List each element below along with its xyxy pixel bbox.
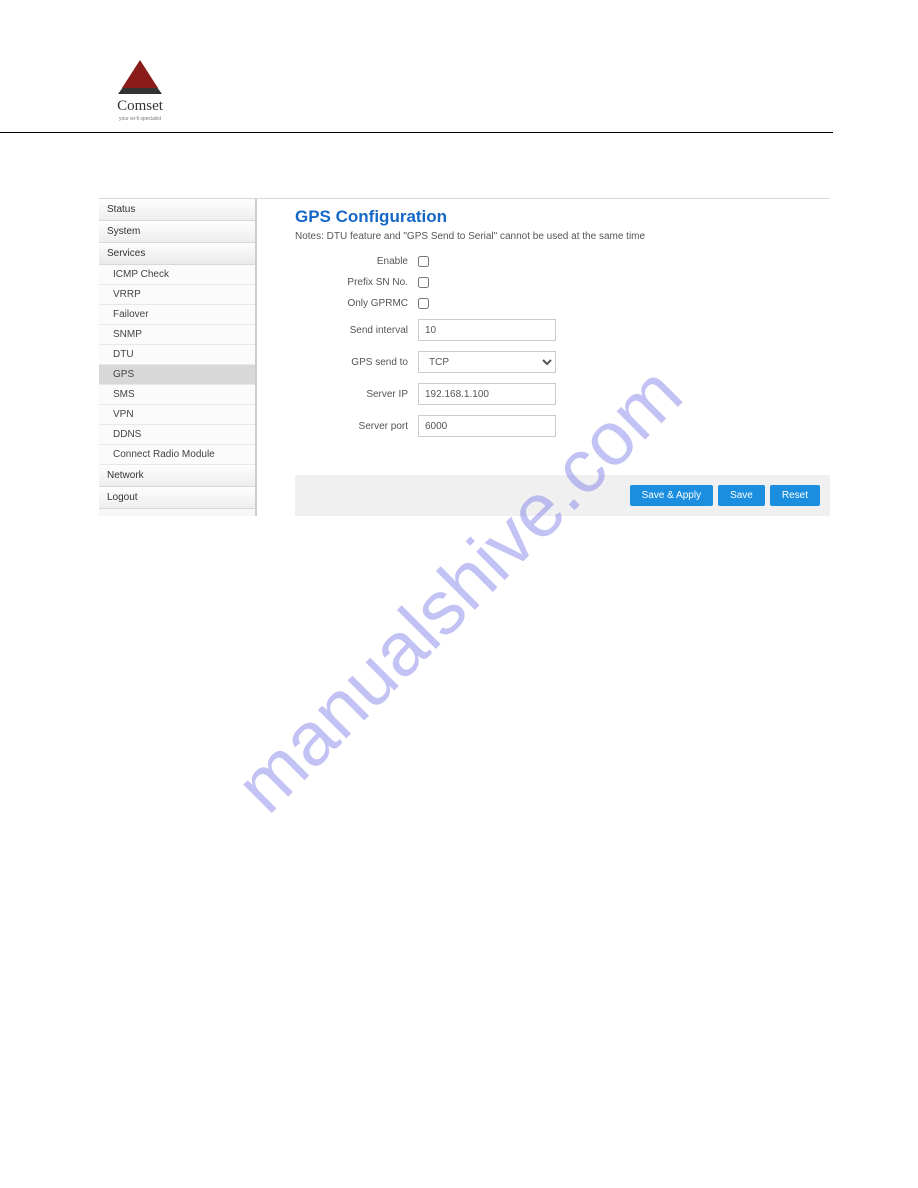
- sidebar-item-network[interactable]: Network: [99, 465, 255, 487]
- enable-label: Enable: [295, 256, 418, 267]
- gprmc-checkbox[interactable]: [418, 298, 429, 309]
- sidebar-subitem-snmp[interactable]: SNMP: [99, 325, 255, 345]
- form-row-serverport: Server port: [295, 415, 830, 437]
- serverport-label: Server port: [295, 421, 418, 432]
- sidebar-subitem-vrrp[interactable]: VRRP: [99, 285, 255, 305]
- page-title: GPS Configuration: [295, 207, 830, 227]
- prefix-label: Prefix SN No.: [295, 277, 418, 288]
- sidebar-subitem-vpn[interactable]: VPN: [99, 405, 255, 425]
- sidebar-item-services[interactable]: Services: [99, 243, 255, 265]
- form-row-prefix: Prefix SN No.: [295, 277, 830, 288]
- logo: Comset your wi-fi specialist: [105, 60, 175, 122]
- form-row-interval: Send interval: [295, 319, 830, 341]
- form-row-gprmc: Only GPRMC: [295, 298, 830, 309]
- sidebar: Status System Services ICMP Check VRRP F…: [99, 199, 257, 516]
- sendto-label: GPS send to: [295, 357, 418, 368]
- sidebar-item-logout[interactable]: Logout: [99, 487, 255, 509]
- form-row-enable: Enable: [295, 256, 830, 267]
- sidebar-subitem-radio[interactable]: Connect Radio Module: [99, 445, 255, 465]
- prefix-checkbox[interactable]: [418, 277, 429, 288]
- sidebar-subitem-icmp[interactable]: ICMP Check: [99, 265, 255, 285]
- admin-panel: Status System Services ICMP Check VRRP F…: [99, 198, 830, 516]
- enable-checkbox[interactable]: [418, 256, 429, 267]
- page-notes: Notes: DTU feature and "GPS Send to Seri…: [295, 231, 830, 242]
- sidebar-subitem-sms[interactable]: SMS: [99, 385, 255, 405]
- sendto-select[interactable]: TCP: [418, 351, 556, 373]
- interval-input[interactable]: [418, 319, 556, 341]
- form-row-sendto: GPS send to TCP: [295, 351, 830, 373]
- page-header: Comset your wi-fi specialist: [0, 0, 833, 133]
- sidebar-subitem-dtu[interactable]: DTU: [99, 345, 255, 365]
- save-button[interactable]: Save: [718, 485, 765, 506]
- main-content: GPS Configuration Notes: DTU feature and…: [257, 199, 830, 516]
- logo-text: Comset: [117, 98, 163, 115]
- sidebar-subitem-ddns[interactable]: DDNS: [99, 425, 255, 445]
- button-bar: Save & Apply Save Reset: [295, 475, 830, 516]
- sidebar-item-system[interactable]: System: [99, 221, 255, 243]
- sidebar-subitem-failover[interactable]: Failover: [99, 305, 255, 325]
- gprmc-label: Only GPRMC: [295, 298, 418, 309]
- sidebar-subitem-gps[interactable]: GPS: [99, 365, 255, 385]
- interval-label: Send interval: [295, 325, 418, 336]
- logo-subtext: your wi-fi specialist: [119, 116, 161, 122]
- form-row-serverip: Server IP: [295, 383, 830, 405]
- save-apply-button[interactable]: Save & Apply: [630, 485, 713, 506]
- serverip-input[interactable]: [418, 383, 556, 405]
- serverport-input[interactable]: [418, 415, 556, 437]
- logo-icon: [122, 60, 158, 88]
- sidebar-item-status[interactable]: Status: [99, 199, 255, 221]
- reset-button[interactable]: Reset: [770, 485, 820, 506]
- serverip-label: Server IP: [295, 389, 418, 400]
